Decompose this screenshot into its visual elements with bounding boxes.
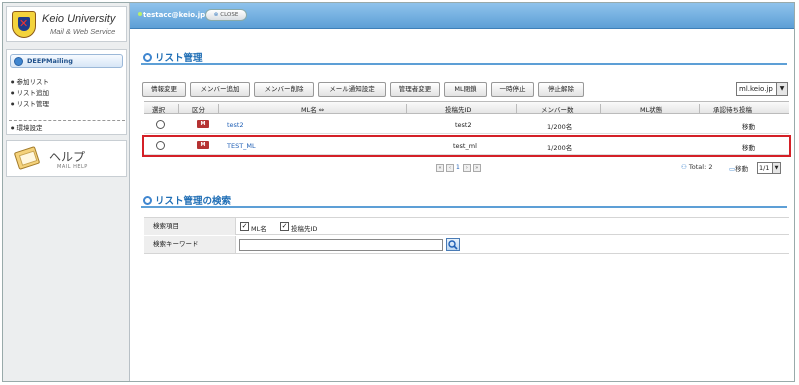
header-bar: testacc@keio.jp ⊗ CLOSE: [130, 3, 794, 29]
table-header: 選択 区分 ML名 ⇔ 投稿先ID メンバー数 ML状態 承認待ち投稿: [144, 101, 789, 114]
close-button[interactable]: ⊗ CLOSE: [205, 9, 247, 21]
col-member-count: メンバー数: [541, 106, 574, 114]
col-separator: [218, 104, 219, 113]
page-select[interactable]: 1/1 ▼: [757, 162, 781, 174]
help-title: ヘルプ: [49, 150, 86, 164]
row-select-radio[interactable]: [156, 120, 165, 129]
resume-button[interactable]: 停止解除: [538, 82, 584, 97]
logo-title: Keio University: [42, 13, 116, 25]
col-ml-status: ML状態: [640, 106, 663, 114]
col-separator: [600, 104, 601, 113]
ml-name-checkbox[interactable]: ✓: [240, 222, 249, 231]
ml-name-link[interactable]: TEST_ML: [227, 142, 256, 150]
user-email: testacc@keio.jp: [138, 11, 205, 19]
delete-member-button[interactable]: メンバー削除: [254, 82, 314, 97]
help-link[interactable]: ヘルプ MAIL HELP: [6, 140, 127, 177]
move-page-link[interactable]: ▭移動: [729, 163, 748, 173]
section-divider: [141, 206, 787, 208]
search-item-label: 検索項目: [144, 218, 236, 235]
col-select: 選択: [152, 106, 165, 114]
last-page-icon[interactable]: »: [472, 164, 481, 172]
prev-page-icon[interactable]: ‹: [446, 164, 454, 172]
pagination: «‹ 1 ›»: [436, 164, 483, 174]
post-id-cell: test_ml: [453, 142, 477, 150]
close-ml-button[interactable]: ML閉鎖: [444, 82, 487, 97]
chevron-down-icon: ▼: [776, 83, 787, 95]
post-id-checkbox[interactable]: ✓: [280, 222, 289, 231]
sidebar-item-joined-lists[interactable]: 参加リスト: [11, 76, 50, 86]
list-management-title: リスト管理: [143, 50, 203, 64]
app-window: ✕ Keio University Mail & Web Service DEE…: [2, 2, 795, 382]
total-count: ⚇ Total: 2: [681, 163, 713, 171]
add-member-button[interactable]: メンバー追加: [190, 82, 250, 97]
edit-info-button[interactable]: 情報変更: [142, 82, 186, 97]
col-ml-name[interactable]: ML名 ⇔: [301, 104, 324, 114]
search-button[interactable]: [446, 238, 460, 251]
left-sidebar: ✕ Keio University Mail & Web Service DEE…: [3, 3, 130, 381]
help-subtitle: MAIL HELP: [57, 164, 88, 170]
search-item-row: 検索項目 ✓ ML名 ✓ 投稿先ID: [144, 217, 789, 235]
mail-notify-settings-button[interactable]: メール通知設定: [318, 82, 386, 97]
sidebar-item-settings[interactable]: 環境設定: [11, 122, 43, 132]
search-section-title: リスト管理の検索: [143, 193, 231, 207]
col-kind: 区分: [192, 106, 205, 114]
col-separator: [178, 104, 179, 113]
sidebar-menu: DEEPMailing 参加リスト リスト追加 リスト管理 環境設定: [6, 49, 127, 135]
sidebar-item-add-list[interactable]: リスト追加: [11, 87, 50, 97]
university-logo[interactable]: ✕ Keio University Mail & Web Service: [6, 6, 127, 42]
member-count-cell: 1/200名: [547, 144, 573, 152]
help-book-icon: [13, 146, 41, 170]
mail-service-icon: [14, 57, 23, 66]
search-icon: [448, 240, 458, 250]
search-keyword-input[interactable]: [239, 239, 443, 251]
approval-move-link[interactable]: 移動: [742, 142, 755, 152]
col-approval: 承認待ち投稿: [713, 106, 752, 114]
row-select-radio[interactable]: [156, 141, 165, 150]
ml-name-link[interactable]: test2: [227, 121, 244, 129]
logo-subtitle: Mail & Web Service: [50, 27, 116, 36]
section-divider: [141, 63, 787, 65]
ml-kind-badge: M: [197, 141, 209, 149]
user-status-icon: [138, 12, 142, 16]
approval-move-link[interactable]: 移動: [742, 121, 755, 131]
member-count-cell: 1/200名: [547, 123, 573, 131]
section-bullet-icon: [143, 196, 152, 205]
post-id-checkbox-label: 投稿先ID: [291, 225, 318, 233]
ml-name-checkbox-label: ML名: [251, 225, 267, 233]
change-admin-button[interactable]: 管理者変更: [390, 82, 440, 97]
crest-icon: ✕: [12, 11, 36, 38]
section-bullet-icon: [143, 53, 152, 62]
chevron-down-icon: ▼: [772, 163, 780, 173]
first-page-icon[interactable]: «: [436, 164, 444, 172]
table-row: M test2 test2 1/200名 移動: [144, 116, 789, 134]
sidebar-item-list-management[interactable]: リスト管理: [11, 98, 50, 108]
next-page-icon[interactable]: ›: [462, 164, 471, 172]
domain-select[interactable]: ml.keio.jp ▼: [736, 82, 788, 96]
close-icon: ⊗: [213, 12, 219, 18]
search-keyword-label: 検索キーワード: [144, 236, 236, 253]
col-separator: [406, 104, 407, 113]
current-page[interactable]: 1: [456, 164, 460, 171]
sidebar-section-title[interactable]: DEEPMailing: [10, 54, 123, 68]
table-row: M TEST_ML test_ml 1/200名 移動: [142, 135, 791, 157]
sidebar-divider: [9, 120, 125, 121]
ml-kind-badge: M: [197, 120, 209, 128]
search-keyword-row: 検索キーワード: [144, 236, 789, 254]
post-id-cell: test2: [455, 121, 472, 129]
col-separator: [699, 104, 700, 113]
pause-button[interactable]: 一時停止: [491, 82, 534, 97]
user-group-icon: ⚇: [681, 163, 687, 171]
col-post-id: 投稿先ID: [445, 106, 472, 114]
col-separator: [516, 104, 517, 113]
